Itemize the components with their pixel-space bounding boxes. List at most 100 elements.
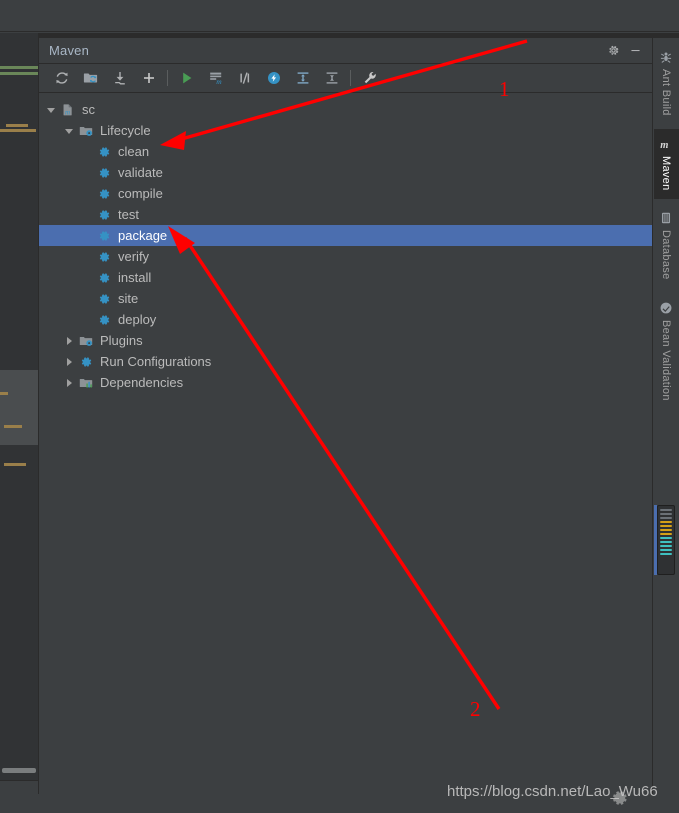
- minimap-line: [660, 509, 672, 511]
- generate-sources-button[interactable]: [76, 65, 105, 91]
- stripe-icon: [658, 300, 674, 316]
- minimap-line: [660, 537, 672, 539]
- execute-goal-icon: m: [209, 72, 222, 86]
- gear-blue-icon: [81, 356, 91, 367]
- minimap-line: [660, 533, 672, 535]
- execute-goal-button[interactable]: m: [201, 65, 230, 91]
- expand-all-button[interactable]: [288, 65, 317, 91]
- toggle-skip-tests-button[interactable]: [230, 65, 259, 91]
- tree-twisty: [79, 204, 95, 225]
- hide-button[interactable]: [624, 41, 646, 61]
- tree-node-icon: [95, 267, 112, 288]
- editor-code-line: [6, 124, 28, 127]
- maven-panel-title: Maven: [49, 43, 90, 58]
- minimap-line: [660, 541, 672, 543]
- tree-twisty: [79, 225, 95, 246]
- collapse-all-icon: [326, 72, 337, 84]
- editor-top-bar: [0, 0, 679, 32]
- run-button[interactable]: [172, 65, 201, 91]
- tree-twisty: [79, 246, 95, 267]
- minimap-line: [660, 521, 672, 523]
- tree-node-compile[interactable]: compile: [39, 183, 652, 204]
- tree-node-test[interactable]: test: [39, 204, 652, 225]
- folder-gear-icon: [79, 336, 92, 346]
- tree-node-icon: [95, 183, 112, 204]
- tree-twisty[interactable]: [61, 120, 77, 141]
- tree-node-icon: [95, 225, 112, 246]
- svg-text:m: m: [216, 77, 222, 86]
- stripe-button-maven[interactable]: m Maven: [653, 128, 679, 200]
- maven-settings-button[interactable]: [355, 65, 384, 91]
- tree-node-clean[interactable]: clean: [39, 141, 652, 162]
- dependencies-icon: [79, 378, 92, 388]
- tree-twisty[interactable]: [61, 351, 77, 372]
- ant-icon: [660, 52, 672, 63]
- editor-highlight-block: [0, 370, 38, 445]
- gear-blue-icon: [99, 209, 109, 220]
- stripe-button-label: Database: [660, 230, 672, 280]
- tree-node-site[interactable]: site: [39, 288, 652, 309]
- chevron-right-icon[interactable]: [64, 378, 74, 388]
- editor-code-line: [0, 392, 8, 395]
- tree-node-install[interactable]: install: [39, 267, 652, 288]
- tree-twisty: [79, 267, 95, 288]
- tree-node-icon: [77, 372, 94, 393]
- tree-node-icon: [77, 120, 94, 141]
- gear-blue-icon: [99, 146, 109, 157]
- collapse-all-button[interactable]: [317, 65, 346, 91]
- maven-module-icon: m: [63, 103, 72, 116]
- expand-all-icon: [297, 72, 308, 84]
- tree-node-label: compile: [118, 186, 163, 201]
- wrench-icon: [364, 72, 376, 84]
- tree-node-icon: [95, 246, 112, 267]
- settings-gear-button[interactable]: [602, 41, 624, 61]
- tree-node-sc[interactable]: m sc: [39, 99, 652, 120]
- offline-bolt-icon: [267, 72, 280, 84]
- chevron-down-icon[interactable]: [46, 105, 56, 115]
- stripe-button-database[interactable]: Database: [654, 203, 679, 289]
- editor-code-line: [0, 66, 38, 69]
- tree-node-label: Plugins: [100, 333, 143, 348]
- editor-scrollbar-thumb[interactable]: [2, 768, 36, 773]
- maven-m-icon: m: [660, 140, 668, 151]
- database-icon: [661, 213, 671, 224]
- tree-node-run-configurations[interactable]: Run Configurations: [39, 351, 652, 372]
- stripe-button-bean-validation[interactable]: Bean Validation: [654, 293, 679, 410]
- tree-node-icon: [95, 204, 112, 225]
- run-triangle-icon: [182, 72, 191, 84]
- tree-twisty[interactable]: [61, 372, 77, 393]
- tree-node-icon: [95, 141, 112, 162]
- tree-node-label: test: [118, 207, 139, 222]
- folder-gear-icon: [79, 126, 92, 136]
- tree-node-verify[interactable]: verify: [39, 246, 652, 267]
- add-maven-project-button[interactable]: [134, 65, 163, 91]
- stripe-button-label: Ant Build: [660, 69, 672, 116]
- gear-blue-icon: [99, 167, 109, 178]
- reimport-button[interactable]: [47, 65, 76, 91]
- tree-node-validate[interactable]: validate: [39, 162, 652, 183]
- tree-twisty[interactable]: [61, 330, 77, 351]
- chevron-right-icon[interactable]: [64, 336, 74, 346]
- tree-node-package[interactable]: package: [39, 225, 652, 246]
- minimize-icon: [630, 50, 640, 52]
- tree-node-plugins[interactable]: Plugins: [39, 330, 652, 351]
- tree-twisty[interactable]: [43, 99, 59, 120]
- tree-node-dependencies[interactable]: Dependencies: [39, 372, 652, 393]
- tree-node-deploy[interactable]: deploy: [39, 309, 652, 330]
- tree-node-label: Dependencies: [100, 375, 184, 390]
- tree-node-label: sc: [82, 102, 95, 117]
- editor-code-line: [0, 72, 38, 75]
- tree-node-lifecycle[interactable]: Lifecycle: [39, 120, 652, 141]
- minimap-line: [660, 513, 672, 515]
- watermark-gear-icon: [612, 791, 627, 805]
- tree-node-icon: [77, 330, 94, 351]
- gear-blue-icon: [99, 314, 109, 325]
- stripe-icon: m: [658, 136, 674, 152]
- chevron-right-icon[interactable]: [64, 357, 74, 367]
- toggle-offline-button[interactable]: [259, 65, 288, 91]
- chevron-down-icon[interactable]: [64, 126, 74, 136]
- stripe-button-ant-build[interactable]: Ant Build: [654, 42, 679, 125]
- download-sources-button[interactable]: [105, 65, 134, 91]
- minimap-line: [660, 517, 672, 519]
- stripe-button-label: Maven: [660, 155, 672, 191]
